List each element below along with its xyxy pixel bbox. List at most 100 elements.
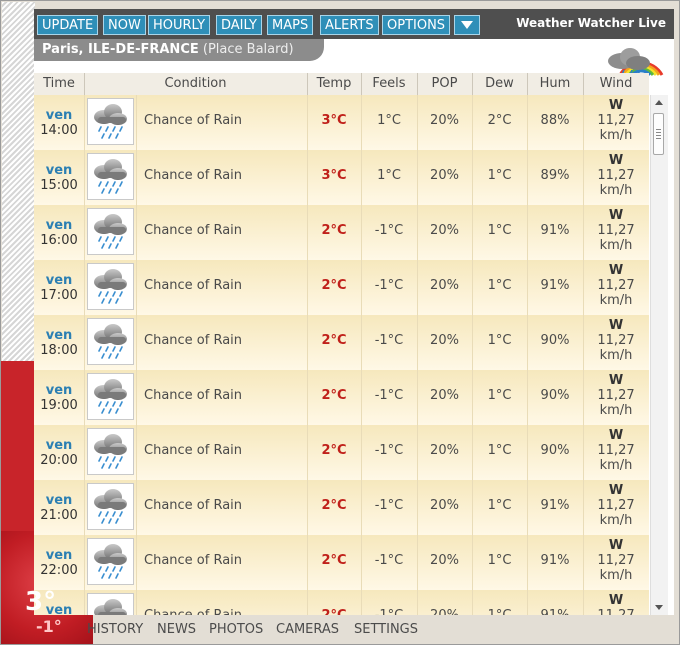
wind-speed: 11,27: [583, 608, 649, 615]
tab-options[interactable]: OPTIONS: [382, 15, 451, 35]
day-label: ven: [45, 163, 73, 178]
wind-unit: km/h: [599, 238, 633, 253]
header-time[interactable]: Time: [34, 73, 85, 95]
temp-cell: 2°C: [307, 260, 362, 315]
header-wind[interactable]: Wind: [583, 73, 649, 95]
hour-label: 20:00: [40, 453, 78, 468]
day-label: ven: [45, 218, 73, 233]
hum-cell: 91%: [527, 480, 584, 535]
wind-cell: W 11,27 km/h: [583, 370, 649, 425]
wind-direction: W: [608, 428, 624, 443]
table-row[interactable]: ven 21:00 Chance of Rain 2°C -1°C 20% 1°…: [34, 480, 649, 536]
footer-link-news[interactable]: NEWS: [157, 622, 196, 637]
temp-cell: 2°C: [307, 535, 362, 590]
wind-direction: W: [608, 153, 624, 168]
tab-alerts[interactable]: ALERTS: [320, 15, 379, 35]
tab-maps[interactable]: MAPS: [267, 15, 314, 35]
header-dew[interactable]: Dew: [472, 73, 528, 95]
condition-icon-cell: [84, 480, 137, 535]
wind-speed: 11,27: [597, 553, 635, 568]
wind-unit: km/h: [599, 348, 633, 363]
table-row[interactable]: ven 16:00 Chance of Rain 2°C -1°C 20% 1°…: [34, 205, 649, 261]
table-row[interactable]: ven 15:00 Chance of Rain 3°C 1°C 20% 1°C…: [34, 150, 649, 206]
tab-daily[interactable]: DAILY: [216, 15, 262, 35]
app-window: UPDATE NOW HOURLY DAILY MAPS ALERTS OPTI…: [0, 0, 680, 645]
table-row[interactable]: ven 17:00 Chance of Rain 2°C -1°C 20% 1°…: [34, 260, 649, 316]
dew-cell: 1°C: [472, 590, 528, 615]
tab-now[interactable]: NOW: [103, 15, 146, 35]
footer-link-settings[interactable]: SETTINGS: [354, 622, 418, 637]
wind-speed: 11,27: [597, 498, 635, 513]
hum-cell: 88%: [527, 95, 584, 150]
pop-cell: 20%: [417, 315, 473, 370]
rain-cloud-icon: [87, 483, 134, 530]
time-cell: ven 22:00: [34, 535, 85, 590]
app-brand: Weather Watcher Live: [516, 16, 666, 30]
toolbar: UPDATE NOW HOURLY DAILY MAPS ALERTS OPTI…: [34, 9, 674, 39]
footer-link-history[interactable]: HISTORY: [87, 622, 143, 637]
weather-logo-icon: [608, 48, 664, 77]
temp-cell: 2°C: [307, 315, 362, 370]
dew-cell: 1°C: [472, 535, 528, 590]
pop-cell: 20%: [417, 95, 473, 150]
pop-cell: 20%: [417, 590, 473, 615]
temp-cell: 3°C: [307, 150, 362, 205]
table-row[interactable]: ven 14:00 Chance of Rain 3°C 1°C 20% 2°C…: [34, 95, 649, 151]
hour-label: 17:00: [40, 288, 78, 303]
temp-cell: 2°C: [307, 590, 362, 615]
scroll-down-icon[interactable]: [655, 605, 663, 610]
header-feels[interactable]: Feels: [361, 73, 418, 95]
condition-icon-cell: [84, 590, 137, 615]
footer-link-photos[interactable]: PHOTOS: [209, 622, 263, 637]
scroll-up-icon[interactable]: [655, 100, 663, 105]
condition-text: Chance of Rain: [144, 608, 242, 615]
condition-cell: Chance of Rain: [136, 535, 308, 590]
wind-speed: 11,27: [597, 333, 635, 348]
condition-cell: Chance of Rain: [136, 315, 308, 370]
pop-cell: 20%: [417, 370, 473, 425]
hum-cell: 91%: [527, 590, 584, 615]
time-cell: ven 20:00: [34, 425, 85, 480]
dew-cell: 1°C: [472, 425, 528, 480]
rain-cloud-icon: [87, 373, 134, 420]
wind-direction: W: [608, 483, 624, 498]
condition-cell: Chance of Rain: [136, 205, 308, 260]
tab-hourly[interactable]: HOURLY: [148, 15, 211, 35]
location-name: Paris, ILE-DE-FRANCE: [42, 42, 199, 57]
condition-cell: Chance of Rain: [136, 370, 308, 425]
vertical-scrollbar[interactable]: [650, 95, 668, 615]
condition-icon-cell: [84, 535, 137, 590]
feels-cell: 1°C: [361, 150, 418, 205]
table-row[interactable]: ven 22:00 Chance of Rain 2°C -1°C 20% 1°…: [34, 535, 649, 591]
dew-cell: 1°C: [472, 150, 528, 205]
wind-direction: W: [608, 318, 624, 333]
wind-cell: W 11,27 km/h: [583, 480, 649, 535]
time-cell: ven 17:00: [34, 260, 85, 315]
table-row[interactable]: ven 19:00 Chance of Rain 2°C -1°C 20% 1°…: [34, 370, 649, 426]
pop-cell: 20%: [417, 205, 473, 260]
header-condition[interactable]: Condition: [84, 73, 308, 95]
dropdown-button[interactable]: [454, 15, 480, 35]
pop-cell: 20%: [417, 150, 473, 205]
tab-update[interactable]: UPDATE: [37, 15, 99, 35]
hourly-table[interactable]: ven 14:00 Chance of Rain 3°C 1°C 20% 2°C…: [34, 95, 649, 615]
rain-cloud-icon: [87, 428, 134, 475]
table-row[interactable]: ven 20:00 Chance of Rain 2°C -1°C 20% 1°…: [34, 425, 649, 481]
table-row[interactable]: ven 18:00 Chance of Rain 2°C -1°C 20% 1°…: [34, 315, 649, 371]
feels-cell: -1°C: [361, 260, 418, 315]
wind-unit: km/h: [599, 293, 633, 308]
wind-cell: W 11,27 km/h: [583, 315, 649, 370]
header-temp[interactable]: Temp: [307, 73, 362, 95]
scroll-thumb[interactable]: [653, 113, 664, 155]
footer-link-cameras[interactable]: CAMERAS: [276, 622, 339, 637]
hatched-background: [2, 2, 35, 362]
day-label: ven: [45, 548, 73, 563]
day-label: ven: [45, 493, 73, 508]
header-pop[interactable]: POP: [417, 73, 473, 95]
wind-cell: W 11,27 km/h: [583, 150, 649, 205]
wind-cell: W 11,27 km/h: [583, 590, 649, 615]
table-row[interactable]: ven 23:00: [34, 590, 649, 615]
dew-cell: 1°C: [472, 260, 528, 315]
header-hum[interactable]: Hum: [527, 73, 584, 95]
main-panel: UPDATE NOW HOURLY DAILY MAPS ALERTS OPTI…: [34, 9, 674, 615]
